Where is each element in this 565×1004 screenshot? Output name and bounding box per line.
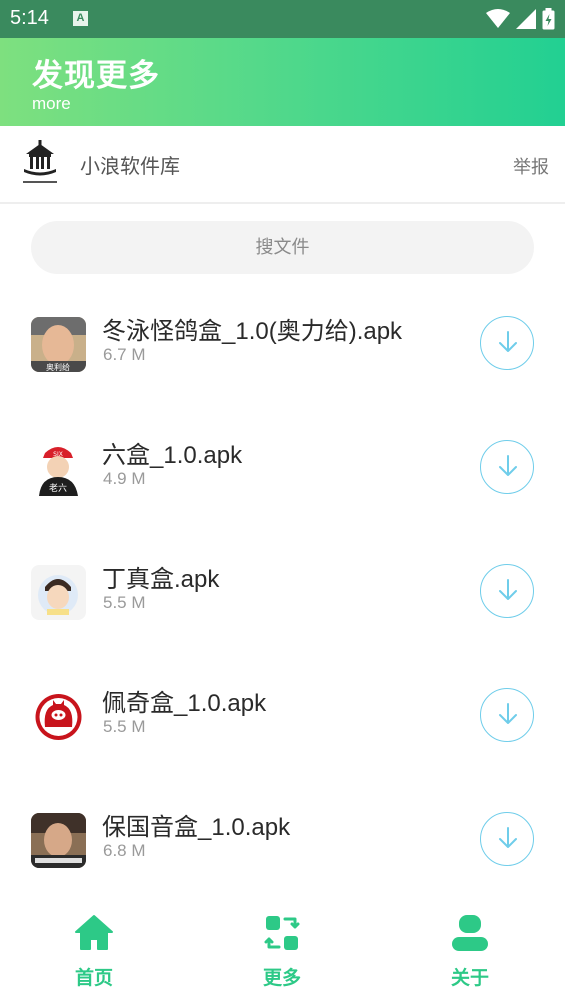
nav-home[interactable]: 首页 bbox=[34, 900, 154, 1004]
download-arrow-icon bbox=[499, 827, 517, 848]
download-arrow-icon bbox=[499, 455, 517, 476]
page-subtitle: more bbox=[32, 94, 71, 113]
icon-caption: 老六 bbox=[49, 482, 67, 494]
list-item[interactable]: 丁真盒.apk 5.5 M bbox=[0, 544, 565, 654]
download-button[interactable] bbox=[480, 688, 534, 742]
file-size: 6.8 M bbox=[103, 841, 146, 860]
page-title: 发现更多 bbox=[32, 58, 160, 94]
search-input[interactable]: 搜文件 bbox=[31, 221, 534, 274]
file-name: 六盒_1.0.apk bbox=[102, 442, 243, 469]
file-name: 丁真盒.apk bbox=[102, 566, 220, 593]
download-button[interactable] bbox=[480, 564, 534, 618]
download-button[interactable] bbox=[480, 440, 534, 494]
page-header: 发现更多 more bbox=[0, 38, 565, 126]
bottom-nav: 首页 更多 关于 bbox=[0, 900, 565, 1004]
file-size: 4.9 M bbox=[103, 469, 146, 488]
source-name: 小浪软件库 bbox=[80, 154, 180, 178]
list-item[interactable]: 奥利给 冬泳怪鸽盒_1.0(奥力给).apk 6.7 M bbox=[0, 296, 565, 406]
status-bar: 5:14 A bbox=[0, 0, 565, 38]
download-arrow-icon bbox=[499, 703, 517, 724]
list-item[interactable]: 佩奇盒_1.0.apk 5.5 M bbox=[0, 668, 565, 778]
nav-more-label: 更多 bbox=[262, 967, 301, 989]
signal-icon bbox=[516, 9, 536, 29]
download-arrow-icon bbox=[499, 579, 517, 600]
file-size: 6.7 M bbox=[103, 345, 146, 364]
file-name: 冬泳怪鸽盒_1.0(奥力给).apk bbox=[102, 318, 403, 345]
app-thumbnail-icon bbox=[31, 813, 86, 868]
wifi-icon bbox=[486, 9, 510, 28]
nav-more[interactable]: 更多 bbox=[222, 900, 342, 1004]
app-thumbnail-icon: 奥利给 bbox=[31, 317, 86, 372]
house-logo-icon bbox=[23, 140, 57, 183]
download-button[interactable] bbox=[480, 812, 534, 866]
home-icon bbox=[75, 915, 113, 950]
app-thumbnail-icon bbox=[31, 565, 86, 620]
icon-caption: 奥利给 bbox=[46, 362, 70, 372]
status-time: 5:14 bbox=[10, 7, 49, 29]
person-icon bbox=[452, 915, 488, 951]
download-arrow-icon bbox=[499, 331, 517, 352]
list-item[interactable]: SIX 老六 六盒_1.0.apk 4.9 M bbox=[0, 420, 565, 530]
swap-icon bbox=[264, 916, 300, 950]
file-size: 5.5 M bbox=[103, 593, 146, 612]
list-item[interactable]: 保国音盒_1.0.apk 6.8 M bbox=[0, 792, 565, 902]
file-size: 5.5 M bbox=[103, 717, 146, 736]
report-button[interactable]: 举报 bbox=[513, 153, 549, 179]
app-thumbnail-icon bbox=[31, 689, 86, 744]
notification-letter-icon: A bbox=[73, 11, 88, 26]
source-row: 小浪软件库 举报 bbox=[0, 126, 565, 204]
file-name: 保国音盒_1.0.apk bbox=[102, 814, 291, 841]
status-icons bbox=[486, 8, 555, 30]
battery-icon bbox=[542, 8, 555, 30]
nav-home-label: 首页 bbox=[74, 967, 113, 989]
nav-about[interactable]: 关于 bbox=[410, 900, 530, 1004]
nav-about-label: 关于 bbox=[450, 967, 489, 989]
file-name: 佩奇盒_1.0.apk bbox=[102, 690, 267, 717]
download-button[interactable] bbox=[480, 316, 534, 370]
app-thumbnail-icon: SIX 老六 bbox=[31, 441, 86, 496]
